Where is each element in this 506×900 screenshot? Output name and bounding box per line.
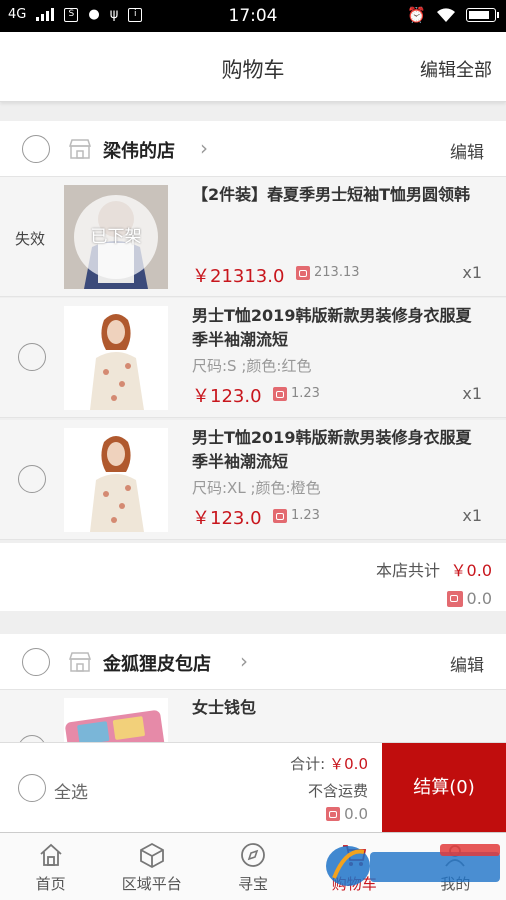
- coin-icon: [326, 807, 341, 821]
- product-name[interactable]: 【2件装】春夏季男士短袖T恤男圆领韩: [192, 183, 482, 207]
- product-spec: 尺码:S ;颜色:红色: [192, 357, 312, 375]
- cart-item[interactable]: 男士T恤2019韩版新款男装修身衣服夏季半袖潮流短 尺码:XL ;颜色:橙色 ￥…: [0, 420, 506, 540]
- coin-value: 213.13: [314, 265, 360, 280]
- subtotal-label: 本店共计: [375, 561, 440, 580]
- alarm-icon: ⏰: [407, 6, 426, 24]
- store-header: 梁伟的店 › 编辑: [0, 121, 506, 177]
- product-quantity: x1: [462, 384, 482, 403]
- coin-value: 1.23: [291, 386, 320, 401]
- product-price: ￥123.0: [192, 508, 262, 529]
- coin-icon: [446, 590, 463, 607]
- compass-icon: [241, 843, 265, 867]
- shop-icon: [68, 139, 92, 159]
- coin-reward: 1.23: [273, 508, 320, 523]
- chevron-right-icon[interactable]: ›: [240, 649, 248, 673]
- store-edit-button[interactable]: 编辑: [450, 651, 484, 676]
- product-spec: 尺码:XL ;颜色:橙色: [192, 479, 321, 497]
- cart-item[interactable]: 失效 已下架 【2件装】春夏季男士短袖T恤男圆领韩 ￥21313.0 213.1…: [0, 177, 506, 297]
- edit-all-button[interactable]: 编辑全部: [420, 56, 492, 82]
- item-select-radio[interactable]: [18, 343, 46, 371]
- tab-region-platform[interactable]: 区域平台: [101, 833, 202, 900]
- coin-reward: 213.13: [296, 265, 360, 280]
- coin-value: 1.23: [291, 508, 320, 523]
- total-label: 合计:: [290, 755, 326, 773]
- subtotal-value: ￥0.0: [450, 561, 492, 580]
- site-watermark: [326, 844, 500, 886]
- chevron-right-icon[interactable]: ›: [200, 136, 208, 160]
- store-edit-button[interactable]: 编辑: [450, 138, 484, 163]
- coin-icon: [273, 508, 287, 523]
- tab-home[interactable]: 首页: [0, 833, 101, 900]
- select-all-label[interactable]: 全选: [54, 778, 88, 803]
- store-select-radio[interactable]: [22, 648, 50, 676]
- product-image[interactable]: 已下架: [64, 185, 168, 289]
- product-photo: [64, 306, 168, 410]
- product-photo: [64, 428, 168, 532]
- checkout-bar: 全选 合计: ￥0.0 不含运费 0.0 结算(0): [0, 742, 506, 833]
- app-header: 购物车 编辑全部: [0, 32, 506, 102]
- total-coin: 0.0: [326, 805, 368, 823]
- product-name[interactable]: 男士T恤2019韩版新款男装修身衣服夏季半袖潮流短: [192, 304, 482, 352]
- product-price: ￥21313.0: [192, 266, 285, 287]
- store-name[interactable]: 梁伟的店: [103, 137, 175, 163]
- tab-treasure[interactable]: 寻宝: [202, 833, 303, 900]
- product-price: ￥123.0: [192, 386, 262, 407]
- product-name[interactable]: 女士钱包: [192, 696, 482, 720]
- store-header: 金狐狸皮包店 › 编辑: [0, 634, 506, 690]
- shipping-note: 不含运费: [307, 782, 368, 800]
- battery-icon: [466, 8, 499, 22]
- home-icon: [39, 843, 62, 866]
- off-shelf-badge: 已下架: [74, 195, 158, 279]
- item-select-radio[interactable]: [18, 465, 46, 493]
- checkout-button[interactable]: 结算(0): [382, 743, 506, 833]
- coin-reward: 1.23: [273, 386, 320, 401]
- store-name[interactable]: 金狐狸皮包店: [103, 650, 211, 676]
- invalid-label: 失效: [15, 230, 46, 248]
- product-quantity: x1: [462, 263, 482, 282]
- tab-label: 首页: [35, 875, 66, 893]
- coin-icon: [273, 386, 287, 401]
- tab-label: 区域平台: [121, 875, 182, 893]
- tab-label: 寻宝: [238, 875, 269, 893]
- store-subtotal: 本店共计 ￥0.0 0.0: [0, 543, 506, 611]
- shop-icon: [68, 652, 92, 672]
- status-bar: 4G S ● ψ i 17:04 ⏰: [0, 0, 506, 32]
- coin-value: 0.0: [344, 805, 368, 823]
- select-all-radio[interactable]: [18, 774, 46, 802]
- status-right: ⏰: [407, 6, 499, 24]
- cart-item[interactable]: 男士T恤2019韩版新款男装修身衣服夏季半袖潮流短 尺码:S ;颜色:红色 ￥1…: [0, 298, 506, 418]
- store-select-radio[interactable]: [22, 135, 50, 163]
- cube-icon: [139, 842, 164, 869]
- product-image[interactable]: [64, 306, 168, 410]
- product-image[interactable]: [64, 428, 168, 532]
- product-quantity: x1: [462, 506, 482, 525]
- product-name[interactable]: 男士T恤2019韩版新款男装修身衣服夏季半袖潮流短: [192, 426, 482, 474]
- coin-value: 0.0: [466, 589, 492, 608]
- total: 合计: ￥0.0: [290, 753, 368, 774]
- coin-icon: [296, 265, 310, 280]
- total-value: ￥0.0: [329, 755, 368, 773]
- subtotal-coin: 0.0: [446, 589, 492, 608]
- wifi-icon: [437, 8, 455, 22]
